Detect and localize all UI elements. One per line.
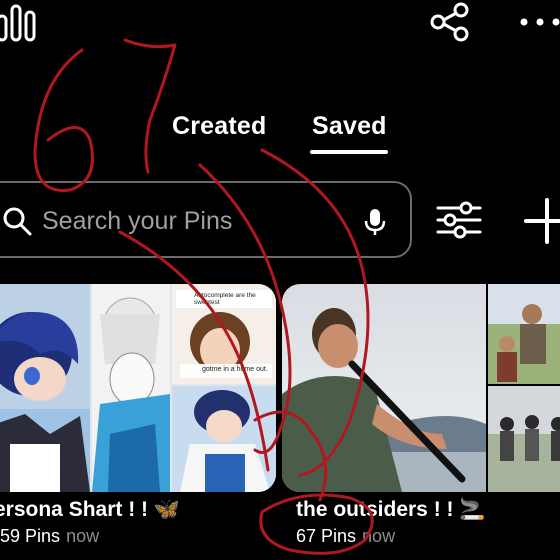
tab-saved[interactable]: Saved <box>312 112 387 141</box>
board-meta-outsiders: 67 Pins now <box>296 526 395 547</box>
profile-tabs: Created Saved <box>0 112 560 156</box>
board-photo-image <box>282 284 560 492</box>
board-caption-text: Autocomplete are the sweetest <box>194 292 256 306</box>
tab-active-indicator <box>310 150 388 154</box>
search-input[interactable] <box>42 203 342 239</box>
share-icon[interactable] <box>428 2 472 42</box>
stats-icon[interactable] <box>0 2 38 42</box>
tab-created[interactable]: Created <box>172 112 267 141</box>
board-pin-count: 67 Pins <box>296 526 357 546</box>
board-caption-line: gotme in a home out. <box>202 366 268 373</box>
filter-icon[interactable] <box>436 200 482 240</box>
board-title-outsiders[interactable]: the outsiders ! ! 🚬 <box>296 498 486 522</box>
board-meta-persona: 659 Pinsnow <box>0 526 99 547</box>
board-cover-persona[interactable]: Autocomplete are the sweetest gotme in a… <box>0 284 276 492</box>
board-updated-time: now <box>66 526 100 546</box>
board-title-persona[interactable]: ersona Shart ! ! 🦋 <box>0 498 180 522</box>
mic-icon[interactable] <box>364 207 386 237</box>
search-icon <box>3 207 32 236</box>
more-icon[interactable] <box>518 12 560 32</box>
board-pin-count: 659 Pins <box>0 526 61 546</box>
plus-icon[interactable] <box>522 196 560 246</box>
board-cover-outsiders[interactable] <box>282 284 560 492</box>
search-bar[interactable] <box>0 181 412 258</box>
board-collage-image <box>0 284 276 492</box>
board-updated-time: now <box>362 526 396 546</box>
